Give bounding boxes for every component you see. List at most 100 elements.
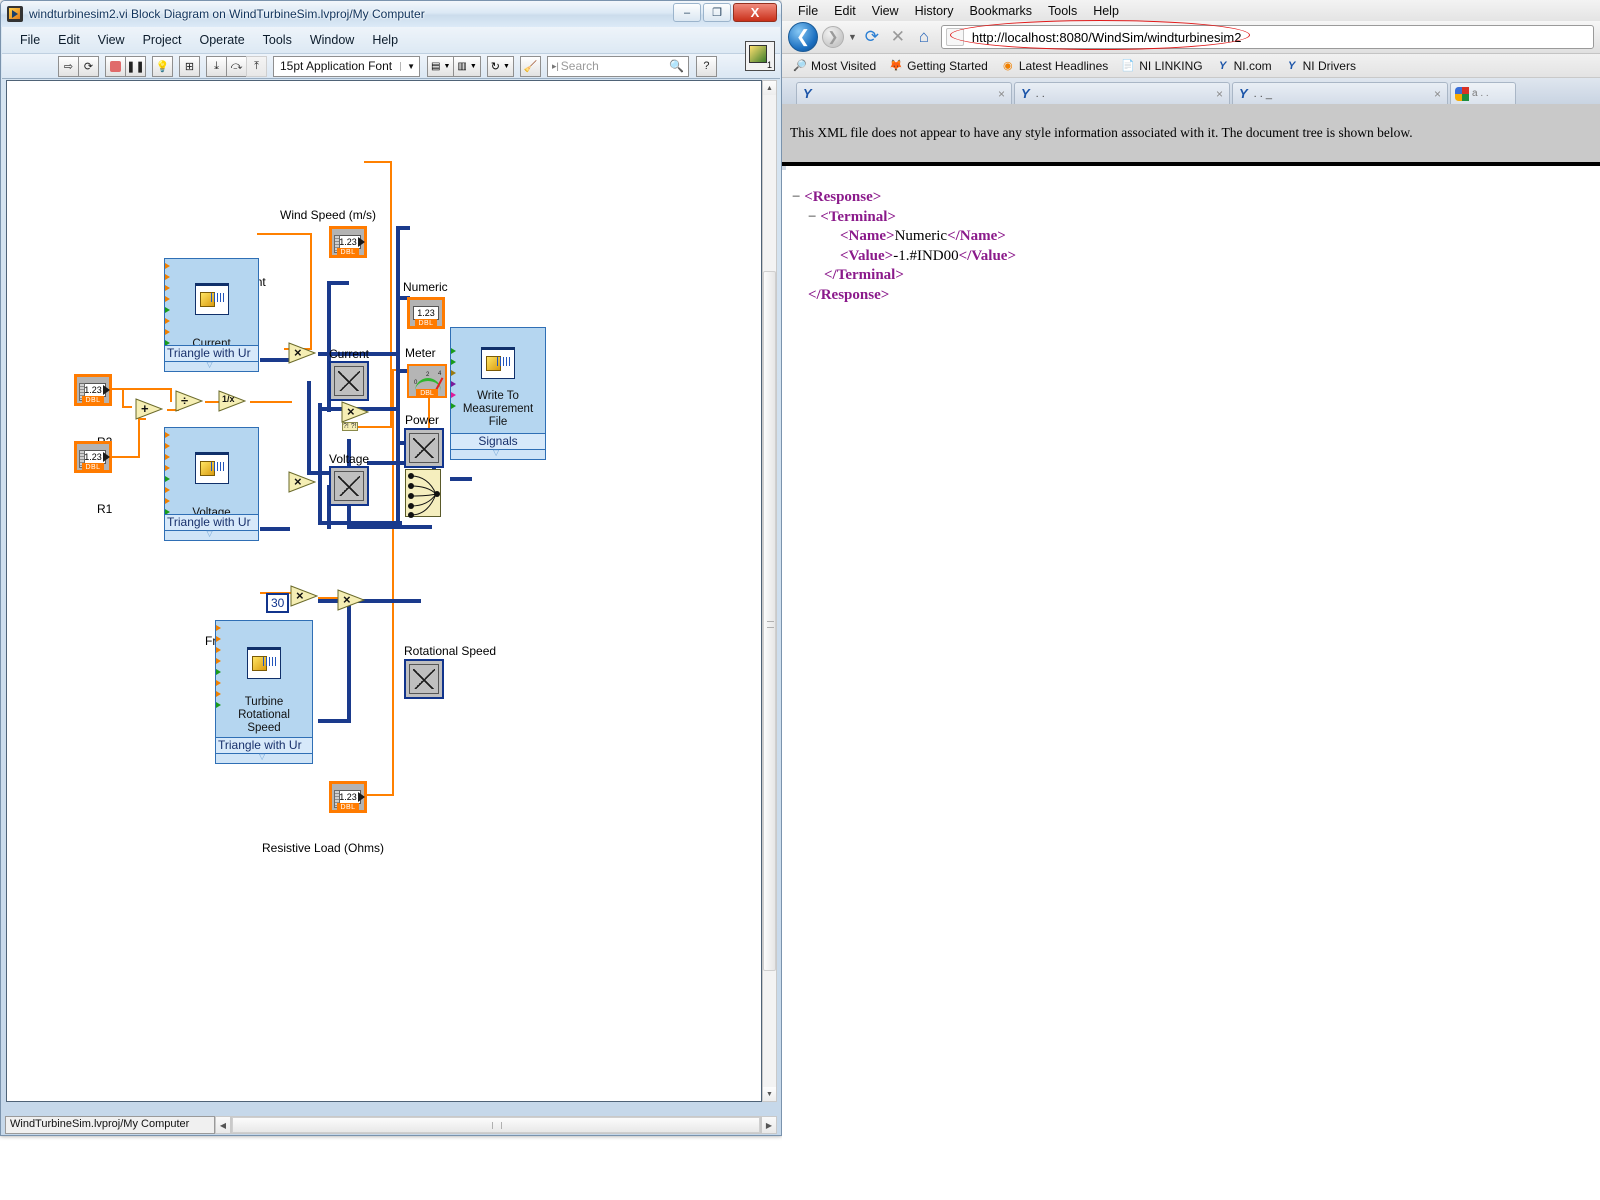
multiply-rotspeed-node[interactable]: × [337, 589, 365, 611]
run-arrow-icon[interactable]: ⇨ [58, 55, 79, 77]
bookmark-ni-drivers[interactable]: Y NI Drivers [1280, 57, 1361, 75]
xml-row[interactable]: − <Response> [792, 188, 1600, 208]
distribute-objects-button[interactable]: ▥ ▼ [453, 55, 481, 77]
r2-control[interactable]: 1.23 DBL [74, 374, 112, 406]
subvi-skirt[interactable] [216, 752, 312, 763]
clean-up-diagram-icon[interactable]: 🧹 [519, 55, 541, 77]
gear-ratio-constant[interactable]: 30 [266, 593, 290, 613]
lightbulb-icon[interactable]: 💡 [152, 55, 173, 77]
bookmark-latest-headlines[interactable]: ◉ Latest Headlines [996, 57, 1113, 75]
step-into-icon[interactable]: ⤓ [206, 55, 227, 77]
reload-icon[interactable]: ⟳ [861, 26, 883, 48]
power-graph-indicator[interactable] [404, 428, 444, 468]
resistive-load-control[interactable]: 1.23 DBL [329, 781, 367, 813]
turbine-rotational-speed-subvi[interactable]: Turbine Rotational Speed Triangle with U… [215, 620, 313, 764]
menu-help[interactable]: Help [364, 30, 406, 50]
step-over-icon[interactable]: ⤼ [226, 55, 247, 77]
browser-tab-2[interactable]: Y . . × [1014, 82, 1230, 104]
block-diagram-canvas[interactable]: Wind Speed (m/s) Current Shunt Numeric M… [6, 80, 762, 1102]
multiply-freq-node[interactable]: × [290, 585, 318, 607]
browser-menu-bookmarks[interactable]: Bookmarks [961, 2, 1040, 20]
step-out-icon[interactable]: ⤒ [246, 55, 267, 77]
write-to-measurement-file-subvi[interactable]: Write To Measurement File Signals [450, 327, 546, 460]
scroll-left-arrow-icon[interactable]: ◀ [215, 1116, 231, 1134]
merge-signals-node[interactable] [405, 469, 441, 518]
rotational-speed-graph-indicator[interactable] [404, 659, 444, 699]
reciprocal-node[interactable]: 1/x [218, 390, 246, 412]
menu-view[interactable]: View [90, 30, 133, 50]
close-button[interactable]: X [733, 3, 777, 22]
search-input[interactable]: ▸| Search 🔍 [546, 55, 689, 77]
search-icon[interactable]: 🔍 [669, 59, 684, 73]
numeric-indicator[interactable]: 1.23 DBL [407, 297, 445, 329]
menu-project[interactable]: Project [135, 30, 190, 50]
font-selector[interactable]: 15pt Application Font ▼ [273, 55, 420, 77]
bookmark-ni-com[interactable]: Y NI.com [1211, 57, 1277, 75]
close-tab-icon[interactable]: × [1216, 87, 1223, 101]
close-tab-icon[interactable]: × [998, 87, 1005, 101]
bookmark-ni-linking[interactable]: 📄 NI LINKING [1116, 57, 1207, 75]
collapse-toggle-icon[interactable]: − [808, 209, 816, 225]
browser-menu-edit[interactable]: Edit [826, 2, 864, 20]
bookmark-getting-started[interactable]: 🦊 Getting Started [884, 57, 993, 75]
vi-icon[interactable]: 1 [745, 41, 775, 71]
home-icon[interactable]: ⌂ [913, 26, 935, 48]
menu-operate[interactable]: Operate [191, 30, 252, 50]
subvi-skirt[interactable] [165, 529, 258, 540]
current-graph-indicator[interactable] [329, 361, 369, 401]
vertical-scroll-thumb[interactable] [763, 271, 776, 971]
url-bar[interactable]: http://localhost:8080/WindSim/windturbin… [940, 20, 1594, 50]
diagram-vertical-scrollbar[interactable]: ▲ ▼ [762, 80, 777, 1102]
help-button[interactable]: ? [695, 55, 717, 77]
meter-indicator[interactable]: 0 2 4 DBL [407, 364, 447, 398]
retain-values-icon[interactable]: ⊞ [179, 55, 200, 77]
wind-speed-control[interactable]: 1.23 DBL [329, 226, 367, 258]
scroll-right-arrow-icon[interactable]: ▶ [761, 1116, 777, 1134]
diagram-horizontal-scrollbar[interactable] [231, 1116, 761, 1134]
bookmark-most-visited[interactable]: 🔎 Most Visited [788, 57, 881, 75]
subvi-skirt[interactable] [451, 448, 545, 459]
collapse-toggle-icon[interactable]: − [792, 189, 800, 205]
pause-icon[interactable]: ❚❚ [125, 55, 146, 77]
multiply-current-node[interactable]: × [288, 342, 316, 364]
add-node[interactable]: + [135, 398, 163, 420]
browser-tab-1[interactable]: Y × [796, 82, 1012, 104]
history-dropdown-icon[interactable]: ▼ [848, 32, 857, 42]
xml-row: <Value>-1.#IND00</Value> [792, 247, 1600, 267]
forward-arrow-icon[interactable]: ❯ [822, 26, 844, 48]
browser-menu-file[interactable]: File [790, 2, 826, 20]
stop-icon[interactable]: ✕ [887, 26, 909, 48]
align-objects-button[interactable]: ▤ ▼ [427, 55, 455, 77]
divide-node[interactable]: ÷ [175, 390, 203, 412]
close-tab-icon[interactable]: × [1434, 87, 1441, 101]
multiply-voltage-node[interactable]: × [288, 471, 316, 493]
menu-window[interactable]: Window [302, 30, 362, 50]
menu-edit[interactable]: Edit [50, 30, 88, 50]
browser-tab-3[interactable]: Y . . _ × [1232, 82, 1448, 104]
multiply-symbol: × [294, 474, 302, 489]
scroll-down-arrow-icon[interactable]: ▼ [763, 1087, 776, 1101]
browser-search-box[interactable]: a . . [1450, 82, 1516, 104]
xml-row[interactable]: − <Terminal> [792, 208, 1600, 228]
run-continuous-icon[interactable]: ⟳ [78, 55, 99, 77]
back-arrow-icon[interactable]: ❮ [788, 22, 818, 52]
multiply-power-node[interactable]: × ?! ?! [341, 401, 369, 431]
r1-control[interactable]: 1.23 DBL [74, 441, 112, 473]
abort-stop-icon[interactable] [105, 55, 126, 77]
browser-menu-tools[interactable]: Tools [1040, 2, 1085, 20]
subvi-skirt[interactable] [165, 360, 258, 371]
scroll-up-arrow-icon[interactable]: ▲ [763, 81, 776, 95]
labview-titlebar[interactable]: windturbinesim2.vi Block Diagram on Wind… [1, 1, 781, 27]
menu-tools[interactable]: Tools [255, 30, 300, 50]
maximize-button[interactable]: ❐ [703, 3, 731, 22]
voltage-simulate-signal-subvi[interactable]: Voltage Triangle with Ur [164, 427, 259, 541]
browser-menu-view[interactable]: View [864, 2, 907, 20]
minimize-button[interactable]: – [673, 3, 701, 22]
voltage-graph-indicator[interactable] [329, 466, 369, 506]
current-simulate-signal-subvi[interactable]: Current Triangle with Ur [164, 258, 259, 372]
horizontal-scroll-thumb[interactable] [232, 1117, 760, 1133]
menu-file[interactable]: File [12, 30, 48, 50]
browser-menu-help[interactable]: Help [1085, 2, 1127, 20]
reorder-button[interactable]: ↻ ▼ [486, 55, 514, 77]
browser-menu-history[interactable]: History [907, 2, 962, 20]
